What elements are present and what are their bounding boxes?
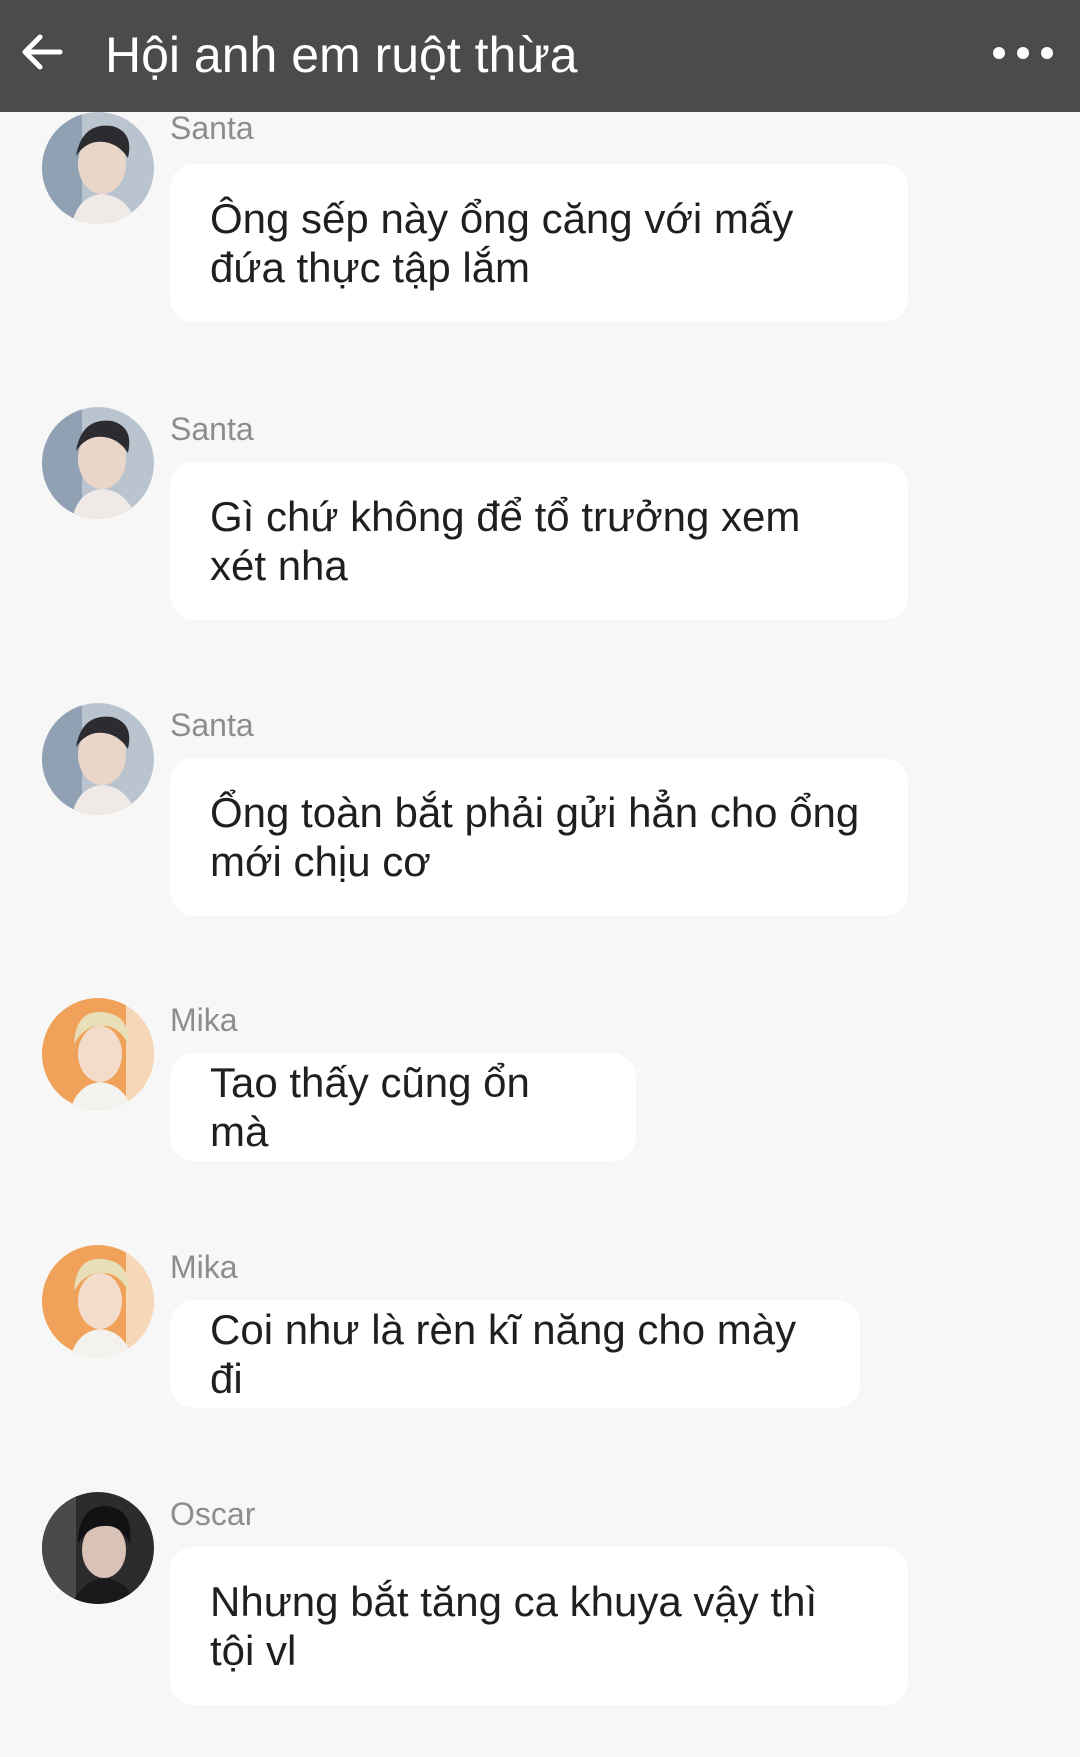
avatar-image: [42, 112, 154, 224]
message-text: Ông sếp này ổng căng với mấy đứa thực tậ…: [210, 195, 794, 291]
sender-name: Santa: [170, 112, 254, 146]
message-bubble[interactable]: Ông sếp này ổng căng với mấy đứa thực tậ…: [170, 164, 908, 322]
arrow-left-icon: [22, 34, 63, 70]
more-options-button[interactable]: [982, 30, 1064, 76]
avatar-image: [42, 1245, 154, 1357]
avatar-oscar[interactable]: [42, 1492, 154, 1604]
back-button[interactable]: [14, 24, 70, 80]
avatar-mika[interactable]: [42, 998, 154, 1110]
avatar-image: [42, 1492, 154, 1604]
more-horizontal-icon: [993, 47, 1005, 59]
chat-title: Hội anh em ruột thừa: [105, 27, 578, 83]
avatar-image: [42, 407, 154, 519]
message-text: Coi như là rèn kĩ năng cho mày đi: [210, 1306, 797, 1402]
more-dot: [1017, 47, 1029, 59]
message-bubble[interactable]: Nhưng bắt tăng ca khuya vậy thì tội vl: [170, 1547, 908, 1705]
avatar-santa[interactable]: [42, 407, 154, 519]
avatar-santa[interactable]: [42, 112, 154, 224]
sender-name: Oscar: [170, 1496, 256, 1532]
message-text: Nhưng bắt tăng ca khuya vậy thì tội vl: [210, 1578, 818, 1674]
avatar-image: [42, 998, 154, 1110]
message-text: Tao thấy cũng ổn mà: [210, 1059, 530, 1155]
message-text: Gì chứ không để tổ trưởng xem xét nha: [210, 493, 801, 589]
message-bubble[interactable]: Tao thấy cũng ổn mà: [170, 1053, 636, 1161]
message-text: Ổng toàn bắt phải gửi hẳn cho ổng mới ch…: [210, 789, 860, 885]
message-bubble[interactable]: Gì chứ không để tổ trưởng xem xét nha: [170, 462, 908, 620]
message-bubble[interactable]: Ổng toàn bắt phải gửi hẳn cho ổng mới ch…: [170, 758, 908, 916]
more-dot: [1041, 47, 1053, 59]
app-header: Hội anh em ruột thừa: [0, 0, 1080, 112]
avatar-mika[interactable]: [42, 1245, 154, 1357]
sender-name: Santa: [170, 707, 254, 743]
sender-name: Mika: [170, 1249, 238, 1285]
avatar-santa[interactable]: [42, 703, 154, 815]
message-list[interactable]: Santa Ông sếp này ổng căng với mấy đứa t…: [0, 112, 1080, 1757]
sender-name: Santa: [170, 411, 254, 447]
avatar-image: [42, 703, 154, 815]
sender-name: Mika: [170, 1002, 238, 1038]
message-bubble[interactable]: Coi như là rèn kĩ năng cho mày đi: [170, 1300, 860, 1408]
